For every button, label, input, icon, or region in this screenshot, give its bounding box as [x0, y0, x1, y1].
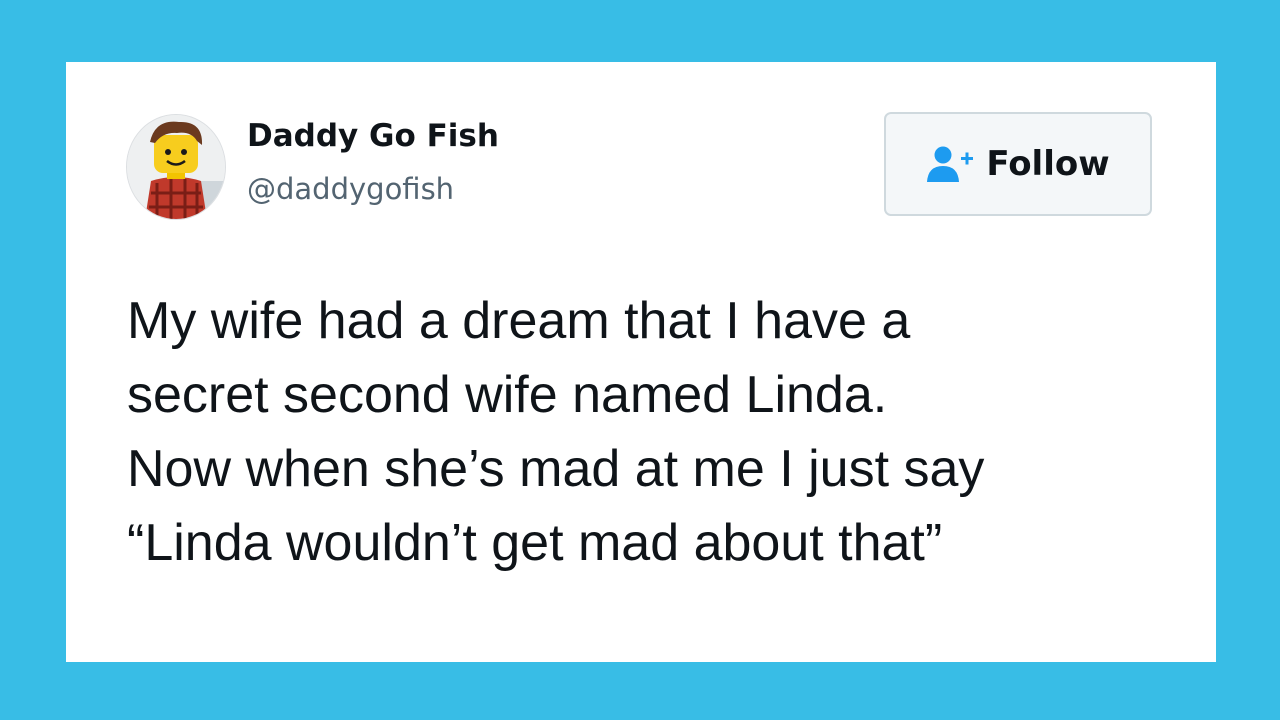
follow-button[interactable]: Follow [884, 112, 1152, 216]
tweet-text-line: secret second wife named Linda. [127, 366, 888, 424]
user-handle[interactable]: @daddygofish [247, 172, 454, 206]
tweet-text-line: Now when she’s mad at me I just say [127, 440, 985, 498]
tweet-text: My wife had a dream that I have a secret… [127, 284, 1187, 580]
add-user-icon [926, 144, 974, 184]
avatar[interactable] [126, 114, 226, 220]
page-background: Daddy Go Fish @daddygofish Follow My wif… [0, 0, 1280, 720]
display-name[interactable]: Daddy Go Fish [247, 118, 499, 154]
follow-label: Follow [986, 144, 1110, 184]
lego-minifigure-avatar-icon [127, 115, 225, 219]
tweet-text-line: My wife had a dream that I have a [127, 292, 911, 350]
tweet-text-line: “Linda wouldn’t get mad about that” [127, 514, 943, 572]
tweet-card: Daddy Go Fish @daddygofish Follow My wif… [66, 62, 1216, 662]
